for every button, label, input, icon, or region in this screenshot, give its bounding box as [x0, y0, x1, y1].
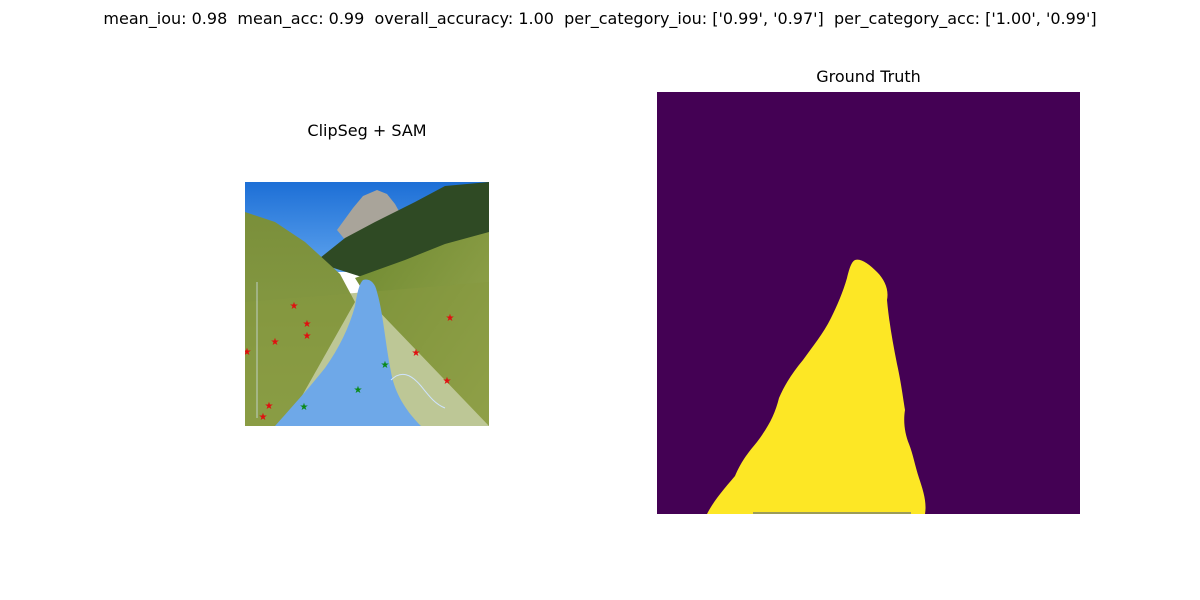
positive-point: ★: [300, 402, 309, 413]
ground-truth-mask: [657, 92, 1080, 514]
left-panel-title: ClipSeg + SAM: [307, 121, 427, 140]
negative-point: ★: [303, 319, 312, 330]
right-panel-title: Ground Truth: [816, 67, 921, 86]
negative-point: ★: [446, 313, 455, 324]
negative-point: ★: [290, 301, 299, 312]
negative-point: ★: [303, 331, 312, 342]
negative-point: ★: [271, 337, 280, 348]
positive-point: ★: [354, 385, 363, 396]
negative-point: ★: [443, 376, 452, 387]
negative-point: ★: [259, 412, 268, 423]
negative-point: ★: [265, 401, 274, 412]
negative-point: ★: [245, 347, 252, 358]
negative-point: ★: [412, 348, 421, 359]
positive-point: ★: [381, 360, 390, 371]
prediction-image: ★ ★ ★ ★ ★ ★ ★ ★ ★ ★ ★ ★ ★: [245, 182, 489, 426]
metrics-summary: mean_iou: 0.98 mean_acc: 0.99 overall_ac…: [103, 9, 1097, 28]
